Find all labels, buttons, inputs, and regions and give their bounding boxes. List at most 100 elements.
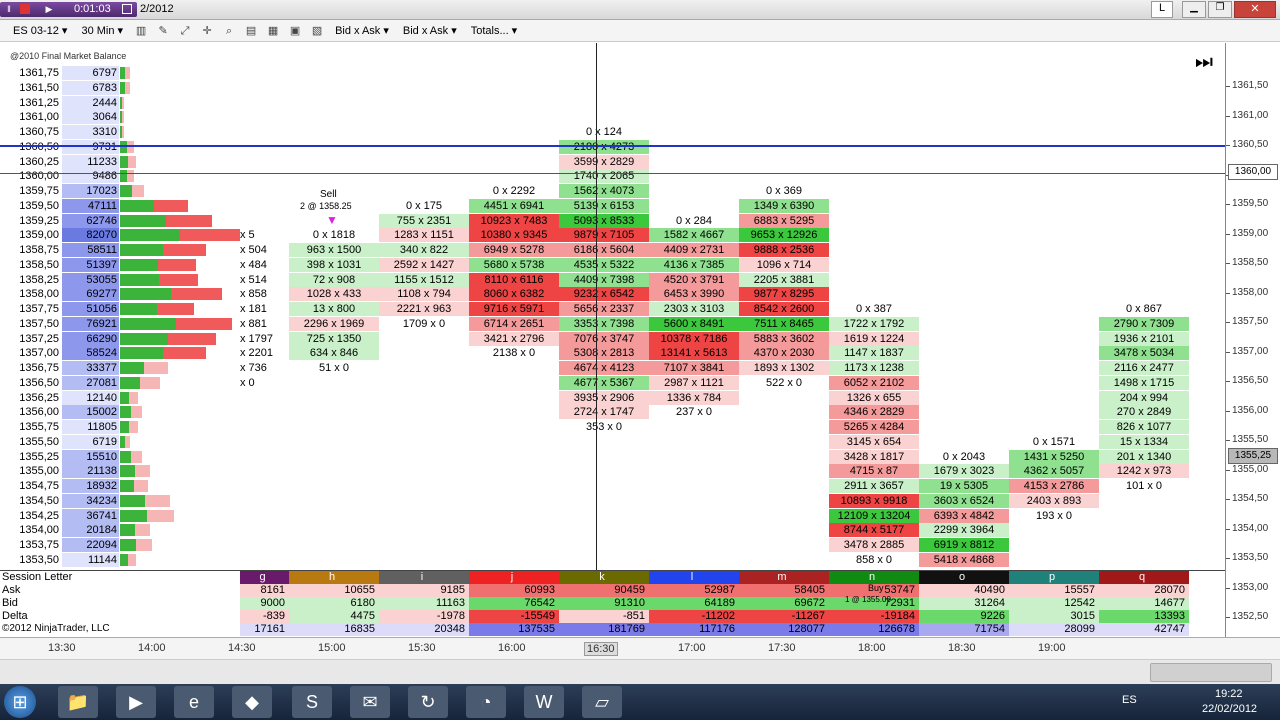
app-icon[interactable]: ◆ [232, 686, 272, 718]
price-tick-mark [1226, 410, 1230, 412]
media-player-icon[interactable]: ▶ [116, 686, 156, 718]
footprint-cell: 9232 x 6542 [559, 287, 649, 302]
minimize-recorder-icon[interactable] [122, 4, 132, 14]
bar-type-icon[interactable]: ▥ [134, 24, 148, 38]
time-tick-label: 14:00 [138, 642, 166, 654]
profile-volume: 11233 [62, 154, 119, 169]
word-icon[interactable]: W [524, 686, 564, 718]
profile-price: 1359,75 [19, 185, 59, 197]
pause-icon[interactable]: ‖ [4, 4, 14, 14]
profile-price: 1361,00 [19, 111, 59, 124]
footprint-cell: 1893 x 1302 [739, 361, 829, 375]
profile-volume: 3310 [62, 125, 119, 139]
draw-tool-icon[interactable]: ⤢ [178, 24, 192, 38]
skype-icon[interactable]: S [292, 686, 332, 718]
internet-explorer-icon[interactable]: e [174, 686, 214, 718]
footprint-cell: 3478 x 2885 [829, 538, 919, 552]
jump-to-end-icon[interactable]: ⏭ [1195, 51, 1213, 74]
footprint-cell: 826 x 1077 [1099, 420, 1189, 434]
period-selector[interactable]: 30 Min ▾ [78, 23, 126, 38]
clock-date[interactable]: 22/02/2012 [1202, 703, 1257, 715]
indicators-icon[interactable]: ▤ [244, 24, 258, 38]
grid-row-label: Ask [2, 584, 21, 596]
zoom-icon[interactable]: ⌕ [222, 24, 236, 38]
profile-ask-bar [125, 81, 130, 94]
strategies-icon[interactable]: ▦ [266, 24, 280, 38]
crosshair-icon[interactable]: ✛ [200, 24, 214, 38]
scroll-thumb[interactable] [1150, 663, 1272, 682]
footprint-cell: 6919 x 8812 [919, 538, 1009, 552]
footprint-cell: x 514 [240, 272, 288, 287]
link-button[interactable]: L [1151, 1, 1173, 18]
totals-selector[interactable]: Totals... ▾ [468, 23, 520, 38]
footprint-cell: 4136 x 7385 [649, 257, 739, 272]
profile-row: 1360,00 9486 [0, 169, 240, 184]
play-icon[interactable]: ▶ [44, 4, 54, 14]
footprint-cell: x 5 [240, 228, 288, 243]
footprint-cell: 6052 x 2102 [829, 375, 919, 390]
profile-ask-bar [125, 67, 130, 79]
notes-icon[interactable]: ▱ [582, 686, 622, 718]
session-letter-cell: k [559, 571, 649, 584]
session-letter-cell: p [1009, 571, 1099, 584]
price-axis: 1361,50 1361,00 1360,50 1360,00 1359,50 1359,… [1225, 43, 1280, 637]
bid-ask-selector-1[interactable]: Bid x Ask ▾ [332, 23, 392, 38]
profile-price: 1356,00 [19, 406, 59, 419]
profile-bid-bar [120, 376, 140, 389]
footprint-cell: 3145 x 654 [829, 434, 919, 449]
footprint-cell: 3421 x 2796 [469, 331, 559, 346]
footprint-cell: 858 x 0 [829, 552, 919, 567]
maximize-icon[interactable]: ❐ [1208, 1, 1232, 18]
time-tick-label: 16:30 [584, 642, 618, 656]
windows-taskbar: ⊞ 📁 ▶ e ◆ S ✉ ↻ ◔ W ▱ ES 19:22 22/02/201… [0, 684, 1280, 720]
grid-volume-cell: 16835 [289, 623, 379, 636]
footprint-cell: 1283 x 1151 [379, 228, 469, 243]
sell-detail: 2 @ 1358.25 [300, 201, 352, 211]
price-tick-mark [1226, 381, 1230, 382]
explorer-icon[interactable]: 📁 [58, 686, 98, 718]
ninjatrader-icon[interactable]: ◔ [466, 686, 506, 718]
grid-delta-cell: 3015 [1009, 610, 1099, 623]
price-tick-label: 1356,00 [1232, 404, 1269, 416]
grid-delta-cell: -851 [559, 610, 649, 623]
footprint-cell: 6883 x 5295 [739, 213, 829, 228]
price-tick-label: 1356,50 [1232, 375, 1269, 386]
profile-bid-bar [120, 450, 131, 463]
footprint-cell: 5680 x 5738 [469, 257, 559, 272]
footprint-cell: 7076 x 3747 [559, 331, 649, 346]
bid-ask-selector-2[interactable]: Bid x Ask ▾ [400, 23, 460, 38]
footprint-cell: 72 x 908 [289, 272, 379, 287]
close-icon[interactable]: ✕ [1234, 1, 1276, 18]
teamviewer-icon[interactable]: ↻ [408, 686, 448, 718]
start-button-icon[interactable]: ⊞ [4, 686, 36, 718]
profile-bid-bar [120, 539, 136, 551]
profile-ask-bar [129, 391, 138, 404]
sell-label: Sell [320, 189, 337, 200]
profile-price: 1356,25 [19, 391, 59, 404]
profile-volume: 20184 [62, 523, 119, 538]
price-tick-label: 1360,50 [1232, 139, 1269, 150]
session-letter-cell: g [240, 571, 289, 584]
pencil-icon[interactable]: ✎ [156, 24, 170, 38]
grid-delta-cell: -11202 [649, 610, 739, 623]
footprint-cell: 5308 x 2813 [559, 346, 649, 361]
footprint-chart[interactable]: @2010 Final Market Balance 1361,75 6797 13… [0, 43, 1225, 570]
clock-time[interactable]: 19:22 [1215, 688, 1243, 700]
instrument-selector[interactable]: ES 03-12 ▾ [10, 23, 70, 38]
data-box-icon[interactable]: ▧ [310, 24, 324, 38]
profile-price: 1354,50 [19, 494, 59, 507]
price-tick-label: 1355,50 [1232, 434, 1269, 445]
footprint-cell: 3603 x 6524 [919, 493, 1009, 508]
footprint-cell: 3353 x 7398 [559, 316, 649, 331]
profile-volume: 17023 [62, 184, 119, 198]
stop-icon[interactable] [20, 4, 30, 14]
profile-ask-bar [122, 111, 124, 124]
language-indicator[interactable]: ES [1122, 694, 1137, 706]
minimize-icon[interactable]: ▁ [1182, 1, 1206, 18]
grid-volume-cell: 117176 [649, 623, 739, 636]
horizontal-scrollbar[interactable] [0, 659, 1280, 685]
time-tick-label: 15:30 [408, 642, 436, 654]
messenger-icon[interactable]: ✉ [350, 686, 390, 718]
properties-icon[interactable]: ▣ [288, 24, 302, 38]
profile-ask-bar [131, 450, 142, 463]
